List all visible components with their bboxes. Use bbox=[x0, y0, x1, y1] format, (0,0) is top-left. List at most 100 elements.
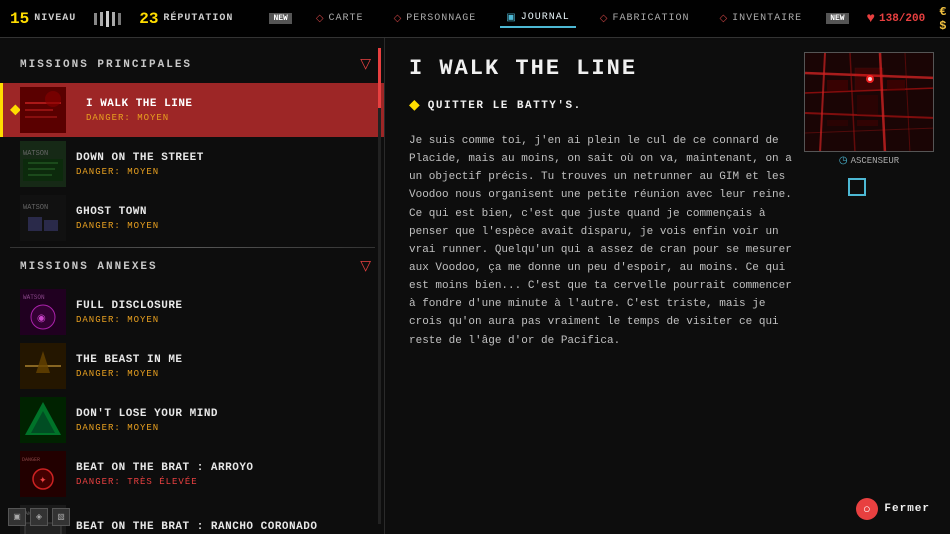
mission-name-beast: THE BEAST IN ME bbox=[76, 354, 375, 366]
main-content: MISSIONS PRINCIPALES ▽ ◆ I WALK THE LINE… bbox=[0, 38, 950, 534]
mission-beat-brat-arroyo[interactable]: DANGER ✦ BEAT ON THE BRAT : ARROYO DANGE… bbox=[0, 447, 385, 501]
bottom-icon-2: ◈ bbox=[30, 508, 48, 526]
mission-thumb-arroyo: DANGER ✦ bbox=[20, 451, 66, 497]
hud-level: 15 NIVEAU bbox=[10, 10, 76, 28]
svg-text:✦: ✦ bbox=[39, 476, 47, 486]
close-icon: ○ bbox=[856, 498, 878, 520]
mission-thumb-down-street: WATSON bbox=[20, 141, 66, 187]
mission-i-walk-the-line[interactable]: ◆ I WALK THE LINE DANGER: MOYEN bbox=[0, 83, 385, 137]
side-missions-header: MISSIONS ANNEXES ▽ bbox=[0, 252, 385, 281]
mission-info-full-disclosure: FULL DISCLOSURE DANGER: MOYEN bbox=[76, 300, 375, 325]
money-display: €$ 20318 bbox=[939, 5, 950, 33]
hud-right: ♥ 138/200 €$ 20318 bbox=[867, 5, 950, 33]
close-label: Fermer bbox=[884, 503, 930, 515]
mission-info-dont-lose: DON'T LOSE YOUR MIND DANGER: MOYEN bbox=[76, 408, 375, 433]
badge-new-2: NEW bbox=[826, 13, 848, 24]
mission-danger-arroyo: DANGER: TRÈS ÉLEVÉE bbox=[76, 477, 375, 487]
mission-danger-beast: DANGER: MOYEN bbox=[76, 369, 375, 379]
carte-icon: ◇ bbox=[316, 13, 325, 25]
map-image bbox=[804, 52, 934, 152]
side-missions-title: MISSIONS ANNEXES bbox=[20, 261, 158, 273]
map-label: ◷ ASCENSEUR bbox=[804, 155, 934, 167]
mission-name-ghost-town: GHOST TOWN bbox=[76, 206, 375, 218]
personnage-icon: ◇ bbox=[394, 13, 403, 25]
mission-name-down-street: DOWN ON THE STREET bbox=[76, 152, 375, 164]
mission-info-arroyo: BEAT ON THE BRAT : ARROYO DANGER: TRÈS É… bbox=[76, 462, 375, 487]
mission-dont-lose-mind[interactable]: DON'T LOSE YOUR MIND DANGER: MOYEN bbox=[0, 393, 385, 447]
active-border bbox=[0, 83, 3, 137]
objective-text: QUITTER LE BATTY'S. bbox=[428, 100, 582, 112]
map-icon: ◷ bbox=[839, 155, 848, 167]
mission-danger-full-disclosure: DANGER: MOYEN bbox=[76, 315, 375, 325]
mission-name-rancho: BEAT ON THE BRAT : RANCHO CORONADO bbox=[76, 521, 375, 533]
main-filter-icon[interactable]: ▽ bbox=[360, 56, 371, 73]
svg-text:WATSON: WATSON bbox=[23, 150, 48, 158]
scroll-track bbox=[378, 48, 381, 524]
nav-inventaire[interactable]: ◇ INVENTAIRE bbox=[713, 11, 808, 27]
map-label-text: ASCENSEUR bbox=[851, 156, 900, 166]
nav-personnage[interactable]: ◇ PERSONNAGE bbox=[388, 11, 483, 27]
nav-carte[interactable]: ◇ CARTE bbox=[310, 11, 370, 27]
main-missions-title: MISSIONS PRINCIPALES bbox=[20, 59, 192, 71]
mission-name-arroyo: BEAT ON THE BRAT : ARROYO bbox=[76, 462, 375, 474]
level-label: NIVEAU bbox=[34, 13, 76, 24]
mission-beast-in-me[interactable]: THE BEAST IN ME DANGER: MOYEN bbox=[0, 339, 385, 393]
health-value: 138/200 bbox=[879, 13, 925, 25]
scroll-thumb[interactable] bbox=[378, 48, 381, 108]
fabrication-icon: ◇ bbox=[600, 13, 609, 25]
nav-journal[interactable]: ▣ JOURNAL bbox=[500, 10, 575, 28]
personnage-label: PERSONNAGE bbox=[406, 13, 476, 24]
carte-label: CARTE bbox=[329, 13, 364, 24]
rep-value: 23 bbox=[139, 10, 158, 28]
mission-danger-walk-the-line: DANGER: MOYEN bbox=[86, 113, 375, 123]
detail-description: Je suis comme toi, j'en ai plein le cul … bbox=[409, 132, 799, 350]
inventaire-label: INVENTAIRE bbox=[732, 13, 802, 24]
main-missions-header: MISSIONS PRINCIPALES ▽ bbox=[0, 50, 385, 79]
mission-full-disclosure[interactable]: WATSON ◉ FULL DISCLOSURE DANGER: MOYEN bbox=[0, 285, 385, 339]
fabrication-label: FABRICATION bbox=[612, 13, 689, 24]
missions-panel: MISSIONS PRINCIPALES ▽ ◆ I WALK THE LINE… bbox=[0, 38, 385, 534]
badge-new-1: NEW bbox=[269, 13, 291, 24]
level-value: 15 bbox=[10, 10, 29, 28]
map-thumbnail: ◷ ASCENSEUR bbox=[804, 52, 934, 152]
section-divider bbox=[10, 247, 375, 248]
mission-name-full-disclosure: FULL DISCLOSURE bbox=[76, 300, 375, 312]
mission-thumb-full-disclosure: WATSON ◉ bbox=[20, 289, 66, 335]
mission-danger-dont-lose: DANGER: MOYEN bbox=[76, 423, 375, 433]
health-icon: ♥ bbox=[867, 11, 875, 27]
mission-name-dont-lose: DON'T LOSE YOUR MIND bbox=[76, 408, 375, 420]
objective-marker: ◆ bbox=[409, 97, 420, 114]
detail-panel: ◷ ASCENSEUR I WALK THE LINE ◆ QUITTER LE… bbox=[385, 38, 950, 534]
bottom-icon-1: ▣ bbox=[8, 508, 26, 526]
close-button[interactable]: ○ Fermer bbox=[856, 498, 930, 520]
mission-thumb-beast bbox=[20, 343, 66, 389]
mission-danger-ghost-town: DANGER: MOYEN bbox=[76, 221, 375, 231]
mission-danger-down-street: DANGER: MOYEN bbox=[76, 167, 375, 177]
svg-text:DANGER: DANGER bbox=[22, 457, 40, 463]
hud-bar: 15 NIVEAU 23 RÉPUTATION NEW ◇ CARTE ◇ PE… bbox=[0, 0, 950, 38]
bottom-left-icons: ▣ ◈ ▧ bbox=[8, 508, 70, 526]
svg-text:◉: ◉ bbox=[37, 314, 46, 325]
health-display: ♥ 138/200 bbox=[867, 11, 926, 27]
nav-fabrication[interactable]: ◇ FABRICATION bbox=[594, 11, 696, 27]
journal-label: JOURNAL bbox=[521, 12, 570, 23]
journal-icon: ▣ bbox=[506, 12, 516, 24]
mission-thumb-dont-lose bbox=[20, 397, 66, 443]
side-filter-icon[interactable]: ▽ bbox=[360, 258, 371, 275]
mission-down-on-the-street[interactable]: WATSON DOWN ON THE STREET DANGER: MOYEN bbox=[0, 137, 385, 191]
mission-info-beast: THE BEAST IN ME DANGER: MOYEN bbox=[76, 354, 375, 379]
mission-info-rancho: BEAT ON THE BRAT : RANCHO CORONADO bbox=[76, 521, 375, 534]
svg-text:WATSON: WATSON bbox=[23, 294, 45, 301]
bottom-icon-3: ▧ bbox=[52, 508, 70, 526]
waypoint-box bbox=[848, 178, 866, 196]
mission-info-down-street: DOWN ON THE STREET DANGER: MOYEN bbox=[76, 152, 375, 177]
mission-info-walk-the-line: I WALK THE LINE DANGER: MOYEN bbox=[76, 98, 375, 123]
inventaire-icon: ◇ bbox=[719, 13, 728, 25]
rep-label: RÉPUTATION bbox=[163, 13, 233, 24]
level-bars bbox=[94, 11, 121, 27]
mission-name-walk-the-line: I WALK THE LINE bbox=[86, 98, 375, 110]
mission-thumb-walk-the-line bbox=[20, 87, 66, 133]
mission-ghost-town[interactable]: WATSON GHOST TOWN DANGER: MOYEN bbox=[0, 191, 385, 245]
mission-info-ghost-town: GHOST TOWN DANGER: MOYEN bbox=[76, 206, 375, 231]
mission-thumb-ghost-town: WATSON bbox=[20, 195, 66, 241]
